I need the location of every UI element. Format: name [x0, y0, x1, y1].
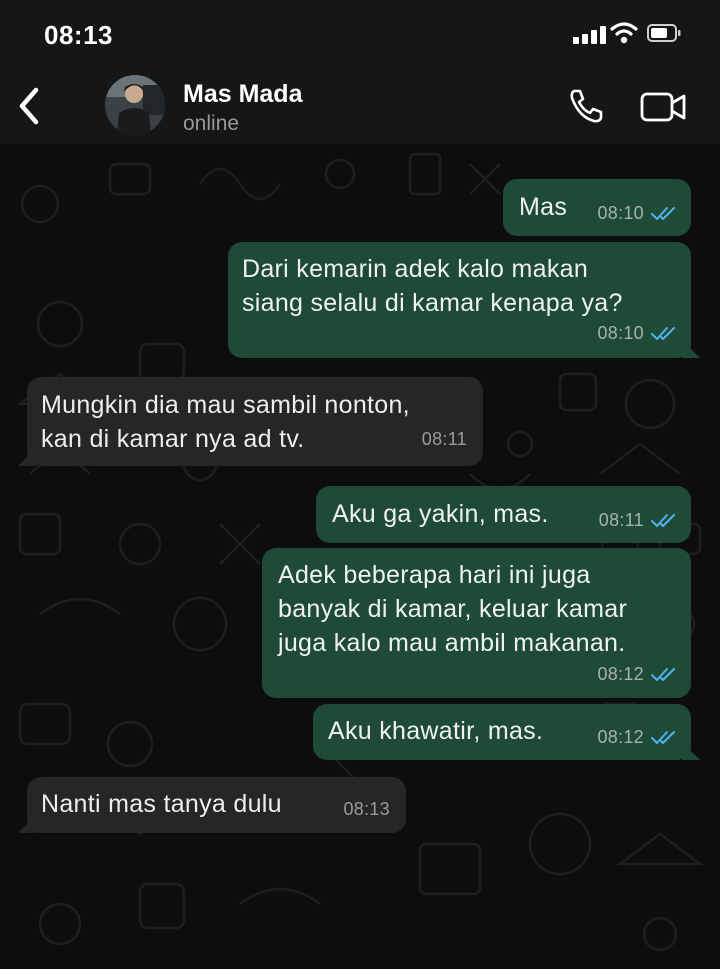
message-text: Aku khawatir, mas. [328, 717, 544, 745]
status-time: 08:13 [44, 20, 113, 50]
contact-avatar[interactable] [105, 75, 165, 135]
message-bubble-outgoing[interactable]: Aku ga yakin, mas. 08:11 [316, 486, 691, 543]
message-bubble-incoming[interactable]: Nanti mas tanya dulu 08:13 [18, 777, 406, 833]
message-meta: 08:11 [422, 422, 467, 456]
message-text: Nanti mas tanya dulu [41, 790, 282, 818]
double-check-icon [651, 514, 675, 527]
message-meta: 08:13 [343, 792, 390, 826]
message-text: Adek beberapa hari ini juga banyak di ka… [278, 561, 628, 657]
message-text: Aku ga yakin, mas. [332, 500, 549, 528]
message-bubble-outgoing[interactable]: Aku khawatir, mas. 08:12 [313, 704, 700, 760]
message-time: 08:11 [421, 429, 467, 449]
message-time: 08:13 [343, 799, 390, 819]
message-meta: 08:12 [597, 720, 678, 754]
battery-icon [647, 24, 681, 42]
double-check-icon [651, 327, 675, 340]
double-check-icon [651, 668, 675, 681]
message-meta: 08:10 [597, 316, 678, 350]
double-check-icon [651, 731, 675, 744]
message-bubble-incoming[interactable]: Mungkin dia mau sambil nonton, kan di ka… [18, 377, 483, 466]
message-time: 08:11 [598, 510, 644, 530]
signal-icon [573, 26, 607, 44]
phone-icon[interactable] [566, 86, 606, 126]
wifi-icon [610, 22, 638, 44]
message-meta: 08:11 [599, 503, 678, 537]
message-time: 08:10 [597, 323, 644, 343]
message-time: 08:12 [597, 664, 644, 684]
message-text: Dari kemarin adek kalo makan siang selal… [242, 255, 623, 317]
contact-name[interactable]: Mas Mada [183, 80, 302, 109]
message-bubble-outgoing[interactable]: Mas 08:10 [503, 179, 691, 236]
chat-screen: 08:13 Mas Mada online Mas 08:10 Dari kem… [0, 0, 720, 969]
contact-status: online [183, 112, 240, 135]
double-check-icon [651, 207, 675, 220]
video-camera-icon[interactable] [640, 90, 688, 124]
message-time: 08:12 [597, 727, 644, 747]
message-bubble-outgoing[interactable]: Adek beberapa hari ini juga banyak di ka… [262, 548, 691, 698]
message-bubble-outgoing[interactable]: Dari kemarin adek kalo makan siang selal… [228, 242, 700, 358]
message-text: Mas [519, 193, 568, 221]
status-bar: 08:13 [0, 0, 720, 70]
message-meta: 08:10 [597, 196, 678, 230]
chat-header: Mas Mada online [0, 70, 720, 144]
message-text: Mungkin dia mau sambil nonton, kan di ka… [41, 391, 410, 453]
back-chevron-icon[interactable] [12, 84, 46, 128]
message-list[interactable]: Mas 08:10 Dari kemarin adek kalo makan s… [0, 144, 720, 969]
message-time: 08:10 [597, 203, 644, 223]
message-meta: 08:12 [597, 657, 678, 691]
